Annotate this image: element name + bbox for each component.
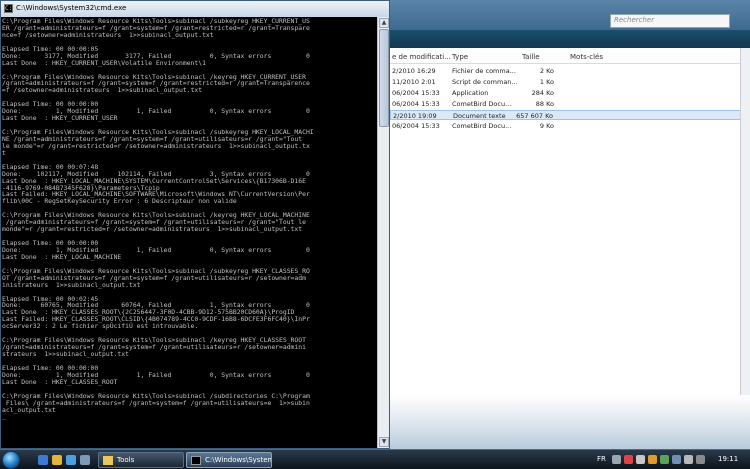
file-type: Document texte [453,112,506,120]
tray-icon[interactable] [636,455,645,464]
console-output[interactable]: C:\Program Files\Windows Resource Kits\T… [1,17,377,448]
console-line: nce=f /setowner=administrateurs 1>>subin… [2,30,214,39]
details-pane [390,395,750,449]
task-tools[interactable]: Tools [98,452,184,468]
column-headers: e de modificati... Type Taille Mots-clés [390,52,750,64]
file-row[interactable]: 11/2010 2:01 Script de comman... 1 Ko [390,77,750,87]
clock[interactable]: 19:11 [718,455,738,463]
file-type: CometBird Docu... [452,100,512,108]
console-line: =f /setowner=administrateurs 1>>subinacl… [2,86,203,95]
explorer-toolbar [380,30,750,48]
column-size[interactable]: Taille [522,53,540,61]
quicklaunch-icon[interactable] [80,455,90,465]
console-line: Files\ /grant=administrateurs=f /grant=s… [2,398,310,407]
file-row[interactable]: 06/2004 15:33 CometBird Docu... 88 Ko [390,99,750,109]
console-line: ocServer32 : 2 Le fichier spÚcifiÚ est i… [2,322,199,331]
task-cmd[interactable]: C:\Windows\System... [186,452,272,468]
file-size: 2 Ko [539,67,554,75]
scroll-down-arrow-icon[interactable]: ▼ [379,437,389,447]
console-line: inistrateurs 1>>subinacl_output.txt [2,280,141,289]
file-date: 06/2004 15:33 [392,89,440,97]
console-line: Last Done : HKEY_CURRENT_USER\Volatile E… [2,58,206,67]
console-line: Last Done : HKEY_CLASSES_ROOT [2,377,118,386]
search-input[interactable]: Rechercher [610,14,730,28]
file-row[interactable]: 2/2010 19:09 Document texte 657 607 Ko [390,110,750,120]
file-row[interactable]: 06/2004 15:33 Application 284 Ko [390,88,750,98]
scroll-thumb[interactable] [379,29,389,127]
file-row[interactable]: 2/2010 16:29 Fichier de comma... 2 Ko [390,66,750,76]
explorer-address-bar: Rechercher [380,0,750,30]
task-label: Tools [117,456,135,464]
tray-icon[interactable] [612,455,621,464]
console-line: flib\00C - RegSetKeySecurity Error : 6 D… [2,197,237,206]
console-line: Last Done : HKEY_LOCAL_MACHINE [2,252,122,261]
browser-quicklaunch-icon[interactable] [66,455,76,465]
file-size: 1 Ko [539,78,554,86]
file-type: Application [452,89,489,97]
explorer-quicklaunch-icon[interactable] [52,455,62,465]
taskbar: Tools C:\Windows\System... FR 19:11 [0,449,750,469]
file-type: Script de comman... [452,78,518,86]
tray-icon[interactable] [684,455,693,464]
window-title: C:\Windows\System32\cmd.exe [16,4,127,12]
console-line: monde"=r /grant=restricted=r /setowner=a… [2,225,303,234]
column-tags[interactable]: Mots-clés [570,53,603,61]
console-line: acl_output.txt [2,405,56,414]
file-date: 11/2010 2:01 [392,78,436,86]
file-type: Fichier de comma... [452,67,516,75]
console-line: t [2,148,6,157]
language-indicator[interactable]: FR [597,455,606,463]
cmd-scrollbar[interactable]: ▲ ▼ [377,17,389,448]
console-icon [191,456,201,465]
console-line: strateurs 1>>subinacl_output.txt [2,350,129,358]
explorer-scrollbar[interactable] [740,48,750,395]
column-type[interactable]: Type [452,53,468,61]
cmd-titlebar[interactable]: C:\ C:\Windows\System32\cmd.exe [1,1,389,17]
volume-icon[interactable] [696,455,705,464]
file-type: CometBird Docu... [452,122,512,130]
tray-icon[interactable] [660,455,669,464]
explorer-window[interactable]: Rechercher e de modificati... Type Taill… [380,0,750,449]
file-date: 2/2010 16:29 [392,67,436,75]
file-date: 06/2004 15:33 [392,100,440,108]
show-desktop-icon[interactable] [38,455,48,465]
file-size: 88 Ko [535,100,554,108]
console-text: C:\Program Files\Windows Resource Kits\T… [1,17,377,420]
file-date: 2/2010 19:09 [393,112,437,120]
console-line: le monde"=r /grant=restricted=r /setowne… [2,141,310,150]
folder-icon [103,456,113,465]
tray-icon[interactable] [648,455,657,464]
tray-icon[interactable] [624,455,633,464]
console-line: _ [2,412,6,421]
start-button[interactable] [2,451,20,469]
network-icon[interactable] [672,455,681,464]
file-size: 657 607 Ko [516,112,553,120]
column-date-modified[interactable]: e de modificati... [392,53,451,61]
scroll-up-arrow-icon[interactable]: ▲ [379,18,389,28]
cmd-window[interactable]: C:\ C:\Windows\System32\cmd.exe C:\Progr… [0,0,390,449]
task-label: C:\Windows\System... [205,456,271,464]
file-size: 284 Ko [531,89,554,97]
console-line: Last Done : HKEY_CURRENT_USER [2,114,118,123]
file-size: 9 Ko [539,122,554,130]
file-date: 06/2004 15:33 [392,122,440,130]
desktop: Rechercher e de modificati... Type Taill… [0,0,750,469]
cmd-icon: C:\ [4,4,16,13]
file-row[interactable]: 06/2004 15:33 CometBird Docu... 9 Ko [390,121,750,131]
